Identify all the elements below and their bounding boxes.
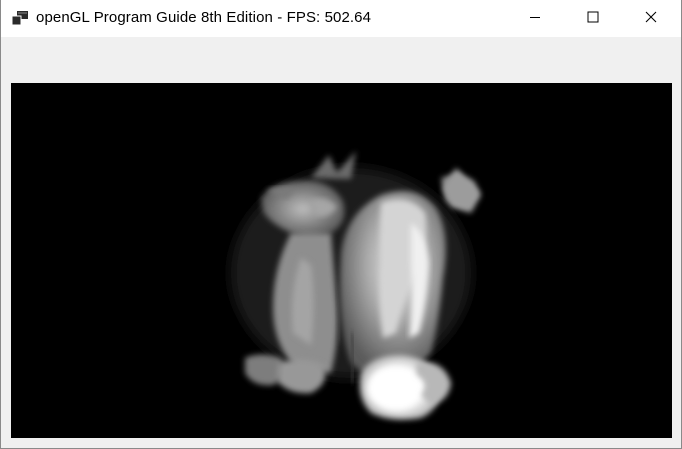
maximize-button[interactable] [564,0,622,37]
close-button[interactable] [622,0,680,37]
title-bar[interactable]: openGL Program Guide 8th Edition - FPS: … [1,0,681,37]
opengl-viewport[interactable] [11,83,672,438]
dragon-model-render [231,151,481,420]
app-window-icon[interactable] [11,11,28,26]
minimize-button[interactable] [506,0,564,37]
app-window: openGL Program Guide 8th Edition - FPS: … [0,0,682,449]
bottom-strip [1,440,681,448]
window-title: openGL Program Guide 8th Edition - FPS: … [36,9,372,26]
close-icon [645,10,657,28]
minimize-icon [529,10,541,28]
maximize-icon [587,10,599,28]
client-area [1,37,681,448]
